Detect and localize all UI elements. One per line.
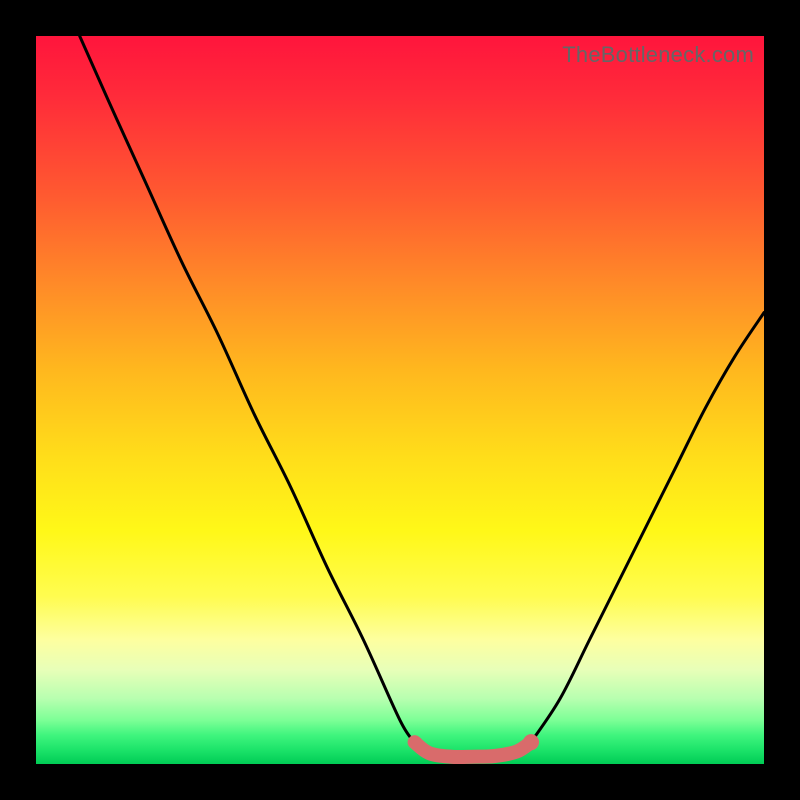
left-descending-curve — [80, 36, 429, 753]
curve-overlay — [36, 36, 764, 764]
right-ascending-curve — [516, 313, 764, 752]
valley-floor-highlight — [415, 742, 531, 757]
valley-end-dot — [523, 734, 539, 750]
chart-frame: TheBottleneck.com — [0, 0, 800, 800]
plot-area: TheBottleneck.com — [36, 36, 764, 764]
